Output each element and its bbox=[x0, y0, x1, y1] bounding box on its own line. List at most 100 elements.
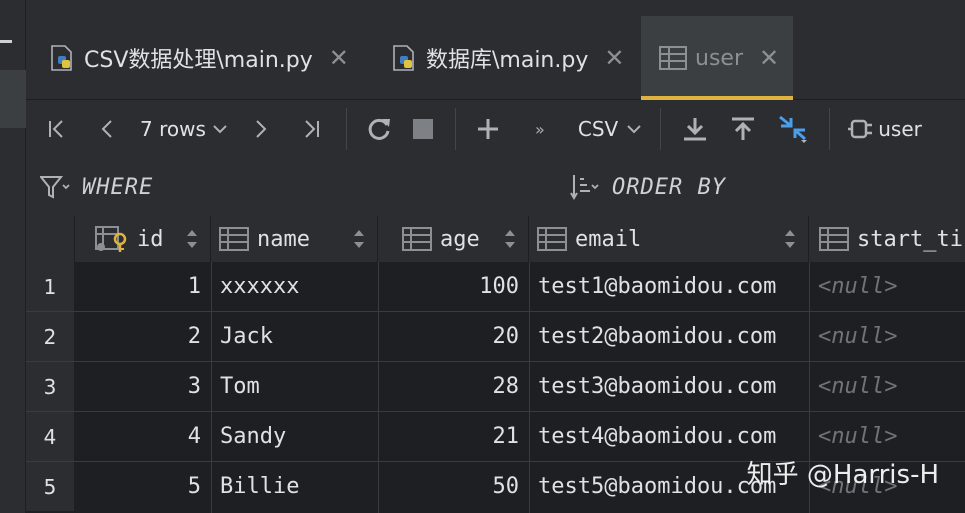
toolbar-separator bbox=[454, 108, 456, 150]
where-input[interactable]: WHERE bbox=[82, 175, 562, 200]
grid-line bbox=[26, 411, 965, 412]
tab-label: user bbox=[695, 45, 743, 71]
plug-icon bbox=[848, 119, 873, 139]
column-label: start_ti bbox=[857, 226, 963, 252]
gutter-scroll-thumb[interactable] bbox=[0, 70, 26, 128]
column-header-email[interactable]: email bbox=[529, 216, 809, 262]
toolbar-separator bbox=[829, 108, 831, 150]
grid-line bbox=[529, 262, 530, 513]
cell-age[interactable]: 20 bbox=[379, 312, 529, 361]
row-number[interactable]: 3 bbox=[26, 362, 74, 411]
grid-line bbox=[26, 311, 965, 312]
tab-user[interactable]: user ✕ bbox=[641, 16, 793, 100]
next-page-icon[interactable] bbox=[236, 109, 286, 149]
rows-label: 7 rows bbox=[140, 117, 206, 141]
column-label: name bbox=[257, 226, 310, 252]
row-number-header bbox=[26, 216, 75, 262]
column-header-id[interactable]: id bbox=[75, 216, 211, 262]
row-number[interactable]: 2 bbox=[26, 312, 74, 361]
cell-id[interactable]: 2 bbox=[75, 312, 211, 361]
chevron-down-icon bbox=[627, 125, 641, 134]
table-row[interactable]: 1 1 xxxxxx 100 test1@baomidou.com <null> bbox=[26, 262, 965, 312]
row-number[interactable]: 4 bbox=[26, 412, 74, 461]
format-label: CSV bbox=[577, 117, 619, 141]
toolbar-separator bbox=[660, 108, 662, 150]
cell-age[interactable]: 50 bbox=[379, 462, 529, 511]
watermark: 知乎 @Harris-H bbox=[746, 460, 939, 490]
cell-name[interactable]: Sandy bbox=[212, 412, 378, 461]
previous-page-icon[interactable] bbox=[82, 109, 132, 149]
cell-id[interactable]: 1 bbox=[75, 262, 211, 311]
primary-key-column-icon bbox=[95, 226, 127, 252]
datasource-label: user bbox=[878, 117, 922, 141]
column-label: age bbox=[440, 226, 480, 252]
cell-age[interactable]: 28 bbox=[379, 362, 529, 411]
download-icon[interactable] bbox=[671, 109, 719, 149]
table-row[interactable]: 2 2 Jack 20 test2@baomidou.com <null> bbox=[26, 312, 965, 362]
cell-start-time[interactable]: <null> bbox=[810, 312, 965, 361]
grid-line bbox=[26, 361, 965, 362]
grid-line bbox=[211, 262, 212, 513]
sort-arrows-icon[interactable] bbox=[784, 228, 796, 250]
table-row[interactable]: 3 3 Tom 28 test3@baomidou.com <null> bbox=[26, 362, 965, 412]
cell-id[interactable]: 5 bbox=[75, 462, 211, 511]
column-label: email bbox=[575, 226, 642, 252]
upload-icon[interactable] bbox=[719, 109, 767, 149]
column-icon bbox=[819, 227, 849, 251]
stop-icon[interactable] bbox=[401, 109, 445, 149]
tab-label: CSV数据处理\main.py bbox=[84, 48, 313, 73]
refresh-icon[interactable] bbox=[357, 109, 401, 149]
row-number[interactable]: 1 bbox=[26, 262, 74, 311]
cell-email[interactable]: test3@baomidou.com bbox=[530, 362, 809, 411]
row-number[interactable]: 5 bbox=[26, 462, 74, 511]
tab-label: 数据库\main.py bbox=[426, 48, 589, 73]
cell-email[interactable]: test2@baomidou.com bbox=[530, 312, 809, 361]
cell-name[interactable]: xxxxxx bbox=[212, 262, 378, 311]
sort-arrows-icon[interactable] bbox=[504, 228, 516, 250]
gutter-mark bbox=[0, 40, 12, 43]
more-actions-icon[interactable]: » bbox=[510, 109, 570, 149]
column-icon bbox=[402, 227, 432, 251]
data-editor-toolbar: 7 rows » CSV user bbox=[26, 100, 965, 158]
column-icon bbox=[219, 227, 249, 251]
editor-tab-bar: CSV数据处理\main.py ✕ 数据库\main.py ✕ user ✕ bbox=[26, 0, 965, 100]
python-file-icon bbox=[390, 44, 418, 72]
add-row-icon[interactable] bbox=[466, 109, 510, 149]
tab-csv-main-py[interactable]: CSV数据处理\main.py ✕ bbox=[30, 16, 363, 100]
cell-start-time[interactable]: <null> bbox=[810, 262, 965, 311]
sort-order-icon[interactable] bbox=[570, 173, 600, 201]
tab-db-main-py[interactable]: 数据库\main.py ✕ bbox=[372, 16, 638, 100]
cell-email[interactable]: test1@baomidou.com bbox=[530, 262, 809, 311]
grid-line bbox=[378, 262, 379, 513]
cell-id[interactable]: 3 bbox=[75, 362, 211, 411]
datasource-selector[interactable]: user bbox=[840, 109, 922, 149]
sort-arrows-icon[interactable] bbox=[186, 228, 198, 250]
column-header-age[interactable]: age bbox=[378, 216, 529, 262]
last-page-icon[interactable] bbox=[286, 109, 336, 149]
sort-arrows-icon[interactable] bbox=[353, 228, 365, 250]
filter-icon[interactable] bbox=[40, 175, 70, 199]
column-header-start-time[interactable]: start_ti bbox=[809, 216, 965, 262]
cell-age[interactable]: 21 bbox=[379, 412, 529, 461]
close-icon[interactable]: ✕ bbox=[759, 44, 779, 72]
column-label: id bbox=[137, 226, 164, 252]
order-by-input[interactable]: ORDER BY bbox=[612, 175, 726, 200]
cell-id[interactable]: 4 bbox=[75, 412, 211, 461]
column-icon bbox=[537, 227, 567, 251]
first-page-icon[interactable] bbox=[32, 109, 82, 149]
cell-name[interactable]: Tom bbox=[212, 362, 378, 411]
cell-start-time[interactable]: <null> bbox=[810, 362, 965, 411]
chevron-down-icon bbox=[213, 125, 227, 134]
cell-name[interactable]: Jack bbox=[212, 312, 378, 361]
toolbar-separator bbox=[345, 108, 347, 150]
cell-age[interactable]: 100 bbox=[379, 262, 529, 311]
close-icon[interactable]: ✕ bbox=[604, 44, 624, 72]
compare-icon[interactable] bbox=[767, 109, 819, 149]
export-format-selector[interactable]: CSV bbox=[570, 109, 650, 149]
column-header-name[interactable]: name bbox=[211, 216, 378, 262]
cell-name[interactable]: Billie bbox=[212, 462, 378, 511]
rows-selector[interactable]: 7 rows bbox=[132, 109, 236, 149]
close-icon[interactable]: ✕ bbox=[329, 44, 349, 72]
filter-bar: WHERE ORDER BY bbox=[26, 158, 965, 216]
left-gutter bbox=[0, 0, 26, 513]
